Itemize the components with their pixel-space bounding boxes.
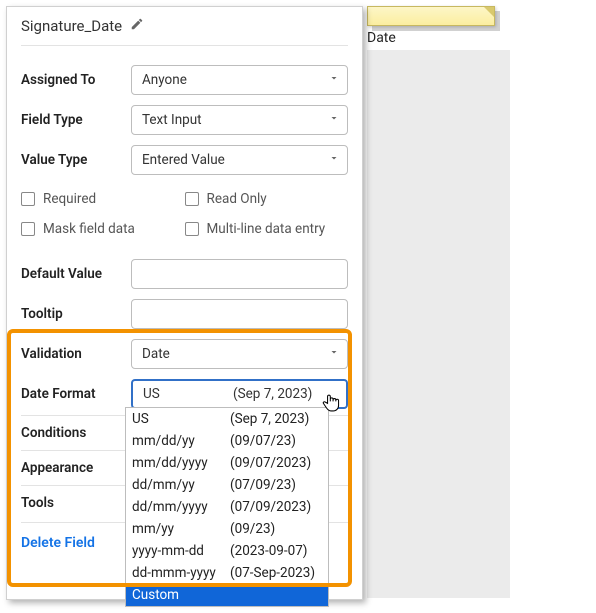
- date-format-option[interactable]: dd/mm/yy(07/09/23): [126, 474, 328, 496]
- date-format-option-fmt: mm/dd/yy: [132, 432, 230, 450]
- date-format-value-fmt: US: [143, 386, 233, 402]
- assigned-to-select[interactable]: Anyone: [131, 65, 348, 95]
- field-type-value: Text Input: [142, 112, 202, 128]
- validation-value: Date: [142, 346, 170, 362]
- date-format-option-fmt: mm/dd/yyyy: [132, 454, 230, 472]
- validation-select[interactable]: Date: [131, 339, 348, 369]
- tooltip-input[interactable]: [131, 299, 348, 329]
- date-format-option[interactable]: mm/dd/yyyy(09/07/2023): [126, 452, 328, 474]
- date-format-option-example: (07/09/2023): [230, 498, 311, 516]
- assigned-to-label: Assigned To: [21, 72, 131, 88]
- date-format-option-example: (09/07/2023): [230, 454, 311, 472]
- date-format-option-example: (07/09/23): [230, 476, 296, 494]
- edit-field-name-icon[interactable]: [130, 17, 144, 35]
- field-preview-sticky[interactable]: [367, 6, 495, 26]
- field-name-title: Signature_Date: [21, 17, 122, 35]
- default-value-label: Default Value: [21, 266, 131, 282]
- date-format-option[interactable]: dd-mmm-yyyy(07-Sep-2023): [126, 562, 328, 584]
- readonly-checkbox[interactable]: [185, 192, 199, 206]
- date-format-option-fmt: dd/mm/yy: [132, 476, 230, 494]
- date-format-option-fmt: Custom: [132, 586, 230, 604]
- required-label: Required: [43, 191, 96, 207]
- date-format-option[interactable]: dd/mm/yyyy(07/09/2023): [126, 496, 328, 518]
- date-format-select[interactable]: US (Sep 7, 2023): [131, 379, 348, 409]
- date-format-option[interactable]: mm/dd/yy(09/07/23): [126, 430, 328, 452]
- field-type-label: Field Type: [21, 112, 131, 128]
- date-format-option-example: (2023-09-07): [230, 542, 307, 560]
- value-type-select[interactable]: Entered Value: [131, 145, 348, 175]
- date-format-option-example: (09/23): [230, 520, 275, 538]
- date-format-option-fmt: US: [132, 410, 230, 428]
- date-format-option-example: (09/07/23): [230, 432, 296, 450]
- date-format-option-fmt: mm/yy: [132, 520, 230, 538]
- date-format-dropdown: US(Sep 7, 2023)mm/dd/yy(09/07/23)mm/dd/y…: [125, 407, 329, 607]
- value-type-label: Value Type: [21, 152, 131, 168]
- multiline-label: Multi-line data entry: [207, 221, 326, 237]
- mask-label: Mask field data: [43, 221, 135, 237]
- required-checkbox[interactable]: [21, 192, 35, 206]
- date-format-option[interactable]: Custom: [126, 584, 328, 606]
- readonly-label: Read Only: [207, 191, 267, 207]
- date-format-option[interactable]: yyyy-mm-dd(2023-09-07): [126, 540, 328, 562]
- field-type-select[interactable]: Text Input: [131, 105, 348, 135]
- date-format-label: Date Format: [21, 386, 131, 402]
- date-format-option-example: (Sep 7, 2023): [230, 410, 309, 428]
- value-type-value: Entered Value: [142, 152, 225, 168]
- multiline-checkbox[interactable]: [185, 222, 199, 236]
- tooltip-label: Tooltip: [21, 306, 131, 322]
- date-format-option-fmt: dd/mm/yyyy: [132, 498, 230, 516]
- date-format-option-fmt: dd-mmm-yyyy: [132, 564, 230, 582]
- date-format-value-ex: (Sep 7, 2023): [233, 386, 312, 402]
- date-format-option[interactable]: US(Sep 7, 2023): [126, 408, 328, 430]
- date-format-option-example: (07-Sep-2023): [230, 564, 315, 582]
- default-value-input[interactable]: [131, 259, 348, 289]
- date-format-option[interactable]: mm/yy(09/23): [126, 518, 328, 540]
- date-format-option-fmt: yyyy-mm-dd: [132, 542, 230, 560]
- field-preview-label: Date: [367, 30, 396, 46]
- validation-label: Validation: [21, 346, 131, 362]
- assigned-to-value: Anyone: [142, 72, 187, 88]
- mask-checkbox[interactable]: [21, 222, 35, 236]
